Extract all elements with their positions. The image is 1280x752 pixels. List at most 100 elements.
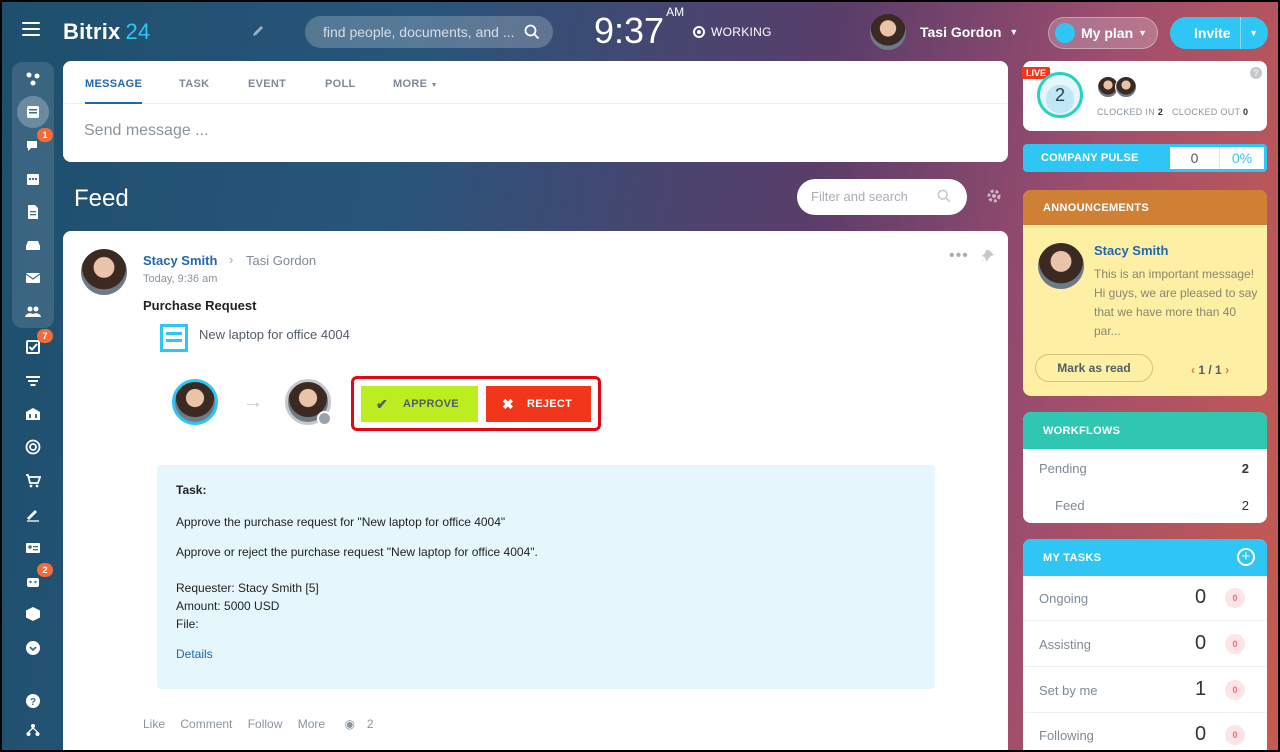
sidebar-item-automation[interactable]: 2 (23, 563, 53, 591)
message-input[interactable]: Send message ... (84, 122, 209, 140)
task-row-ongoing[interactable]: Ongoing 0 0 (1023, 576, 1267, 621)
requester-avatar[interactable] (172, 379, 218, 425)
timeman-widget[interactable]: LIVE 2 CLOCKED IN 2 CLOCKED OUT 0 ? (1022, 61, 1267, 131)
announcement-text[interactable]: This is an important message! Hi guys, w… (1094, 265, 1259, 341)
sidebar-item-store[interactable] (23, 471, 43, 491)
logo-number: 24 (125, 19, 151, 44)
chevron-right-icon[interactable]: › (1225, 363, 1229, 377)
sidebar-item-employees[interactable] (23, 302, 43, 322)
work-status[interactable]: WORKING (693, 25, 772, 39)
filter-search-input[interactable]: Filter and search (797, 179, 967, 215)
search-icon (524, 24, 540, 40)
task-requester: Requester: Stacy Smith [5] (176, 581, 319, 595)
approve-button[interactable]: ✔ APPROVE (361, 386, 478, 422)
sidebar-item-company[interactable] (23, 404, 43, 424)
announcement-author-avatar[interactable] (1038, 243, 1084, 289)
my-plan-label: My plan (1081, 25, 1134, 41)
sidebar-item-chat[interactable]: 1 (23, 128, 53, 156)
approve-label: APPROVE (403, 398, 459, 410)
tab-more-label: MORE (393, 78, 428, 90)
more-link[interactable]: More (298, 717, 325, 731)
logo[interactable]: Bitrix 24 (63, 19, 150, 45)
clocked-in-label: CLOCKED IN 2 (1097, 107, 1163, 117)
task-label: Ongoing (1039, 591, 1089, 606)
post-author[interactable]: Stacy Smith (143, 253, 217, 268)
task-label: Set by me (1039, 683, 1098, 698)
gear-icon[interactable] (985, 187, 1003, 205)
pencil-icon[interactable] (251, 24, 265, 38)
task-count: 0 (1195, 586, 1207, 608)
menu-icon[interactable] (22, 22, 40, 36)
announcement-author[interactable]: Stacy Smith (1094, 243, 1168, 258)
chevron-left-icon[interactable]: ‹ (1191, 363, 1195, 377)
sidebar-item-more[interactable] (23, 638, 43, 658)
company-pulse-widget[interactable]: COMPANY PULSE 0 0% (1023, 144, 1267, 172)
post-recipient[interactable]: Tasi Gordon (246, 253, 316, 268)
company-pulse-value: 0 (1170, 147, 1220, 169)
clocked-in-count: 2 (1037, 72, 1083, 118)
avatar (1115, 76, 1137, 98)
user-menu[interactable]: Tasi Gordon ▼ (870, 13, 1018, 51)
follow-link[interactable]: Follow (248, 717, 283, 731)
help-icon: ? (26, 694, 40, 708)
chevron-down-icon: ▼ (430, 82, 438, 89)
task-row-set-by-me[interactable]: Set by me 1 0 (1023, 668, 1267, 713)
feed-post: Stacy Smith › Tasi Gordon Today, 9:36 am… (63, 231, 1008, 750)
sidebar-item-help[interactable]: ? (23, 691, 43, 711)
author-avatar[interactable] (81, 249, 127, 295)
rocket-icon (1055, 23, 1075, 43)
task-line-1: Approve the purchase request for "New la… (176, 515, 506, 529)
tab-more[interactable]: MORE ▼ (393, 78, 438, 90)
chevron-down-icon: ▼ (1009, 27, 1019, 37)
sidebar-item-marketing[interactable] (23, 437, 43, 457)
comment-link[interactable]: Comment (180, 717, 232, 731)
search-input[interactable]: find people, documents, and ... (305, 16, 553, 48)
task-row-following[interactable]: Following 0 0 (1023, 713, 1267, 750)
task-row-assisting[interactable]: Assisting 0 0 (1023, 622, 1267, 667)
workflow-value: 2 (1241, 461, 1249, 476)
workflow-row-feed[interactable]: Feed 2 (1023, 488, 1267, 523)
details-link[interactable]: Details (176, 647, 213, 661)
reject-label: REJECT (527, 398, 573, 410)
sidebar-item-sites[interactable] (23, 69, 43, 89)
sidebar-item-calendar[interactable] (23, 169, 43, 189)
sidebar-item-contacts[interactable] (23, 538, 43, 558)
chevron-down-icon: ▼ (1138, 28, 1147, 38)
tab-message[interactable]: MESSAGE (85, 78, 143, 104)
announcements-widget: ANNOUNCEMENTS Stacy Smith This is an imp… (1023, 190, 1267, 396)
mark-as-read-button[interactable]: Mark as read (1035, 354, 1153, 382)
sidebar-item-tasks[interactable]: 7 (23, 329, 53, 357)
tab-task[interactable]: TASK (179, 78, 209, 90)
workflow-row-pending[interactable]: Pending 2 (1023, 451, 1267, 487)
workflow-label: Pending (1039, 461, 1087, 476)
my-plan-button[interactable]: My plan ▼ (1048, 17, 1158, 49)
tab-event[interactable]: EVENT (248, 78, 286, 90)
status-icon (693, 26, 705, 38)
sidebar-item-structure[interactable] (23, 720, 43, 740)
sidebar-item-crm[interactable] (23, 371, 43, 391)
workflow-label: Feed (1055, 498, 1085, 513)
tab-poll[interactable]: POLL (325, 78, 356, 90)
more-options-icon[interactable]: ••• (949, 247, 969, 265)
sidebar-item-drive[interactable] (23, 235, 43, 255)
chevron-down-icon[interactable]: ▼ (1240, 17, 1258, 49)
reject-button[interactable]: ✖ REJECT (486, 386, 591, 422)
views-value: 2 (366, 717, 374, 731)
like-link[interactable]: Like (143, 717, 165, 731)
post-time[interactable]: Today, 9:36 am (143, 273, 217, 285)
pin-icon[interactable] (981, 249, 995, 263)
work-status-label: WORKING (711, 25, 772, 39)
invite-label: Invite (1194, 25, 1231, 41)
sidebar-item-inventory[interactable] (23, 604, 43, 624)
clocked-out-text: CLOCKED OUT (1172, 107, 1241, 117)
sidebar-item-documents[interactable] (23, 202, 43, 222)
app-window: Bitrix 24 find people, documents, and ...… (2, 2, 1278, 750)
clock[interactable]: 9:37 AM (594, 5, 684, 52)
add-icon[interactable]: + (1237, 548, 1255, 566)
sidebar-item-sign[interactable] (23, 504, 43, 524)
invite-button[interactable]: Invite ▼ (1170, 17, 1268, 49)
sidebar-item-mail[interactable] (23, 268, 43, 288)
sidebar-item-feed[interactable] (17, 96, 49, 128)
clocked-in-value: 2 (1157, 107, 1164, 117)
help-icon[interactable]: ? (1250, 67, 1262, 79)
